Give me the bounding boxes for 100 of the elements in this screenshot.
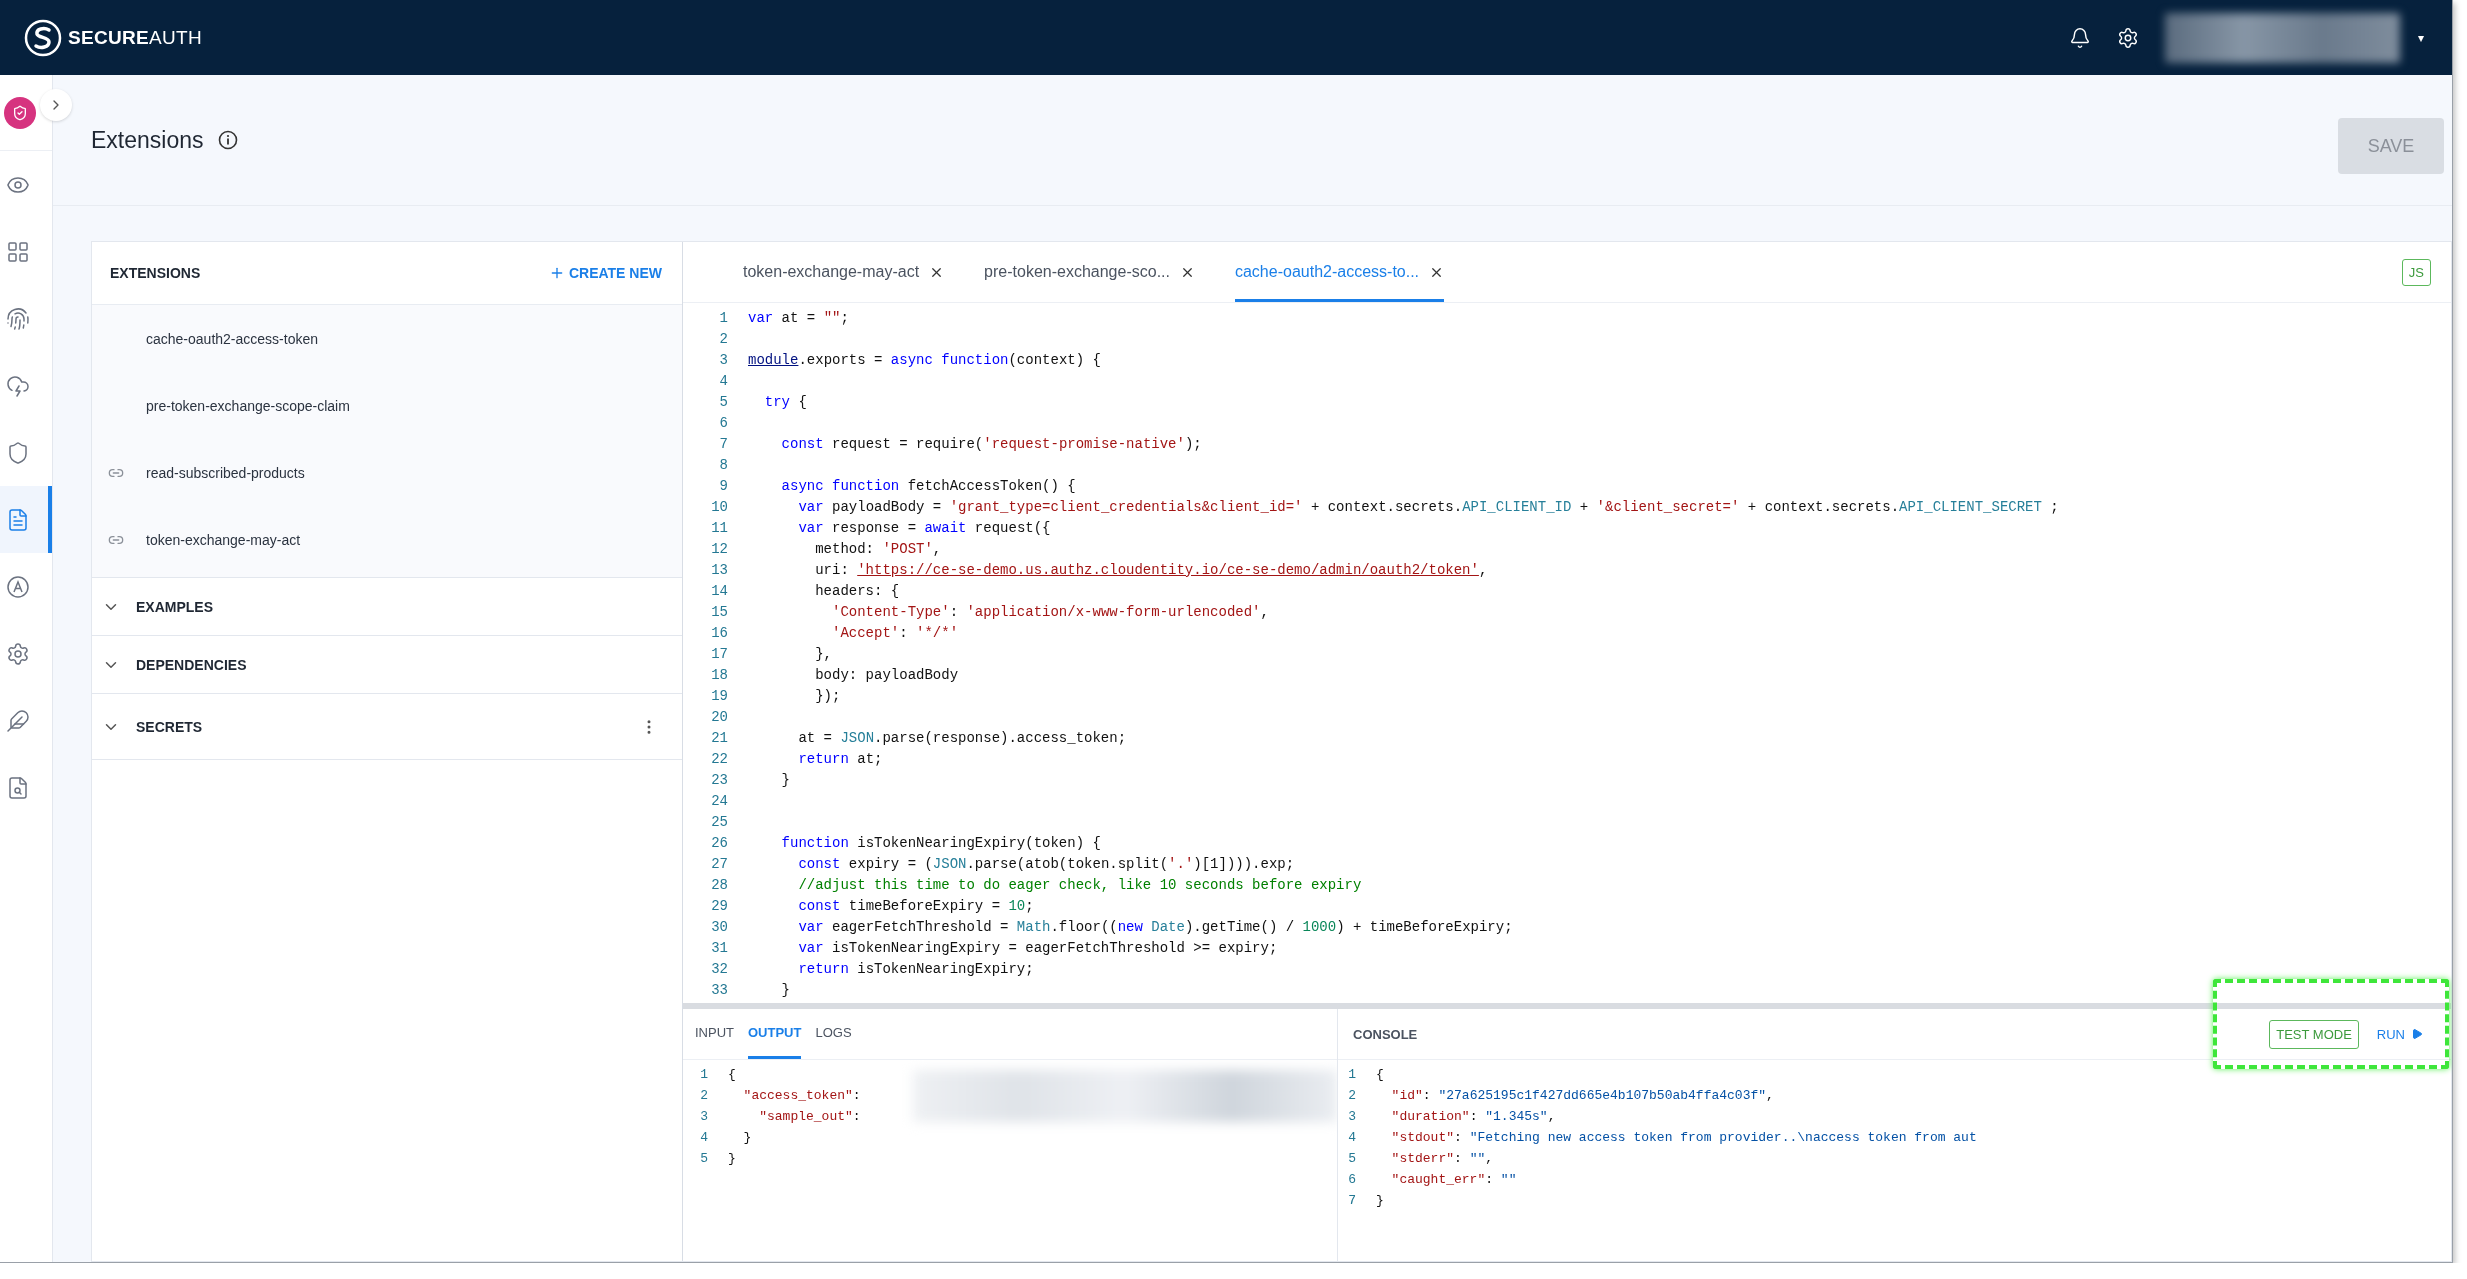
line-number: 3 (718, 351, 729, 368)
output-line: } (728, 1151, 736, 1166)
line-number: 3 (699, 1109, 709, 1124)
settings-icon[interactable] (2116, 26, 2139, 49)
section-header[interactable]: EXAMPLES (136, 598, 213, 615)
shield-icon (12, 104, 28, 121)
create-new-link[interactable]: CREATE NEW (548, 265, 662, 281)
code-line: //adjust this time to do eager check, like 10 seconds before expiry (797, 876, 1362, 893)
line-number: 6 (718, 414, 729, 431)
output-tab[interactable]: LOGS (815, 1009, 852, 1059)
panel-title: EXTENSIONS (110, 265, 201, 281)
info-icon[interactable] (217, 130, 238, 150)
line-number: 7 (1347, 1193, 1357, 1208)
page-title: Extensions (91, 126, 204, 154)
code-line: module.exports = async function(context) { (748, 351, 1101, 368)
line-number: 16 (710, 624, 729, 641)
logo-icon (24, 18, 62, 57)
line-number: 23 (710, 771, 729, 788)
code-line: var response = await request({ (797, 519, 1051, 536)
line-number: 22 (710, 750, 729, 767)
document-icon[interactable] (6, 507, 30, 532)
extension-item[interactable]: read-subscribed-products (92, 439, 682, 506)
line-number: 14 (710, 582, 729, 599)
file-search-icon[interactable] (6, 775, 30, 800)
code-line: 'Accept': '*/*' (831, 624, 959, 641)
line-number: 2 (718, 330, 729, 347)
line-number: 30 (710, 918, 729, 935)
line-number: 27 (710, 855, 729, 872)
line-number: 7 (718, 435, 729, 452)
console-line: } (1376, 1193, 1384, 1208)
play-icon (2411, 1028, 2423, 1040)
extension-item[interactable]: pre-token-exchange-scope-claim (92, 372, 682, 439)
editor-tab[interactable]: cache-oauth2-access-to... (1234, 242, 1445, 302)
language-badge: JS (2401, 258, 2431, 286)
line-number: 2 (699, 1088, 709, 1103)
line-number: 18 (710, 666, 729, 683)
fingerprint-icon[interactable] (6, 306, 30, 331)
editor-tab[interactable]: pre-token-exchange-sco... (984, 242, 1195, 302)
sidebar-item[interactable] (0, 486, 52, 553)
code-line: return at; (797, 750, 883, 767)
code-line: const request = require('request-promise-native'); (780, 435, 1202, 452)
line-number: 11 (710, 519, 729, 536)
code-line: uri: 'https://ce-se-demo.us.authz.cloudentity.io/ce-se-demo/admin/oauth2/token', (814, 561, 1488, 578)
code-line: const expiry = (JSON.parse(atob(token.split('.')[1]))).exp; (797, 855, 1295, 872)
line-number: 15 (710, 603, 729, 620)
line-number: 28 (710, 876, 729, 893)
console-line: "stdout": "Fetching new access token from provider..\naccess token from aut (1390, 1130, 1977, 1145)
test-mode-button[interactable]: TEST MODE (2269, 1019, 2359, 1049)
section-header[interactable]: SECRETS (136, 718, 203, 735)
feather-icon[interactable] (6, 708, 30, 733)
line-number: 9 (718, 477, 729, 494)
line-number: 20 (710, 708, 729, 725)
shield-icon[interactable] (6, 440, 30, 465)
code-line: const timeBeforeExpiry = 10; (797, 897, 1034, 914)
line-number: 33 (710, 981, 729, 998)
notifications-icon[interactable] (2068, 26, 2091, 49)
code-line: headers: { (814, 582, 900, 599)
line-number: 5 (1347, 1151, 1357, 1166)
line-number: 4 (1347, 1130, 1357, 1145)
code-line: try { (763, 393, 807, 410)
line-number: 13 (710, 561, 729, 578)
extension-item[interactable]: token-exchange-may-act (92, 506, 682, 573)
line-number: 31 (710, 939, 729, 956)
line-number: 4 (699, 1130, 709, 1145)
extension-item[interactable]: cache-oauth2-access-token (92, 305, 682, 372)
line-number: 32 (710, 960, 729, 977)
console-line: "stderr": "", (1390, 1151, 1494, 1166)
code-line: var at = ""; (748, 309, 849, 326)
line-number: 3 (1347, 1109, 1357, 1124)
line-number: 5 (718, 393, 729, 410)
console-line: "caught_err": "" (1390, 1172, 1517, 1187)
code-line: at = JSON.parse(response).access_token; (797, 729, 1127, 746)
code-line: } (780, 981, 790, 998)
line-number: 17 (710, 645, 729, 662)
section-header[interactable]: DEPENDENCIES (136, 656, 247, 673)
output-line: } (742, 1130, 752, 1145)
code-line: return isTokenNearingExpiry; (797, 960, 1034, 977)
run-button[interactable]: RUN (2372, 1020, 2427, 1048)
output-tab[interactable]: INPUT (695, 1009, 734, 1059)
output-tab[interactable]: OUTPUT (748, 1009, 802, 1059)
code-line: }); (814, 687, 841, 704)
line-number: 25 (710, 813, 729, 830)
user-menu-caret[interactable]: ▾ (2417, 30, 2424, 45)
code-line: } (780, 771, 790, 788)
cloud-lightning-icon[interactable] (6, 373, 30, 398)
console-title: CONSOLE (1353, 1026, 1418, 1042)
code-line: }, (814, 645, 832, 662)
line-number: 21 (710, 729, 729, 746)
line-number: 26 (710, 834, 729, 851)
console-line: "duration": "1.345s", (1390, 1109, 1556, 1124)
line-number: 19 (710, 687, 729, 704)
code-line: async function fetchAccessToken() { (780, 477, 1076, 494)
brand-name: SECUREAUTH (68, 26, 202, 49)
shield-badge[interactable] (4, 96, 36, 129)
console-line: "id": "27a625195c1f427dd665e4b107b50ab4ffa4c03f", (1390, 1088, 1774, 1103)
line-number: 24 (710, 792, 729, 809)
line-number: 12 (710, 540, 729, 557)
grid-icon[interactable] (6, 239, 30, 264)
editor-tab[interactable]: token-exchange-may-act (743, 242, 945, 302)
output-line: "access_token": (742, 1088, 861, 1103)
